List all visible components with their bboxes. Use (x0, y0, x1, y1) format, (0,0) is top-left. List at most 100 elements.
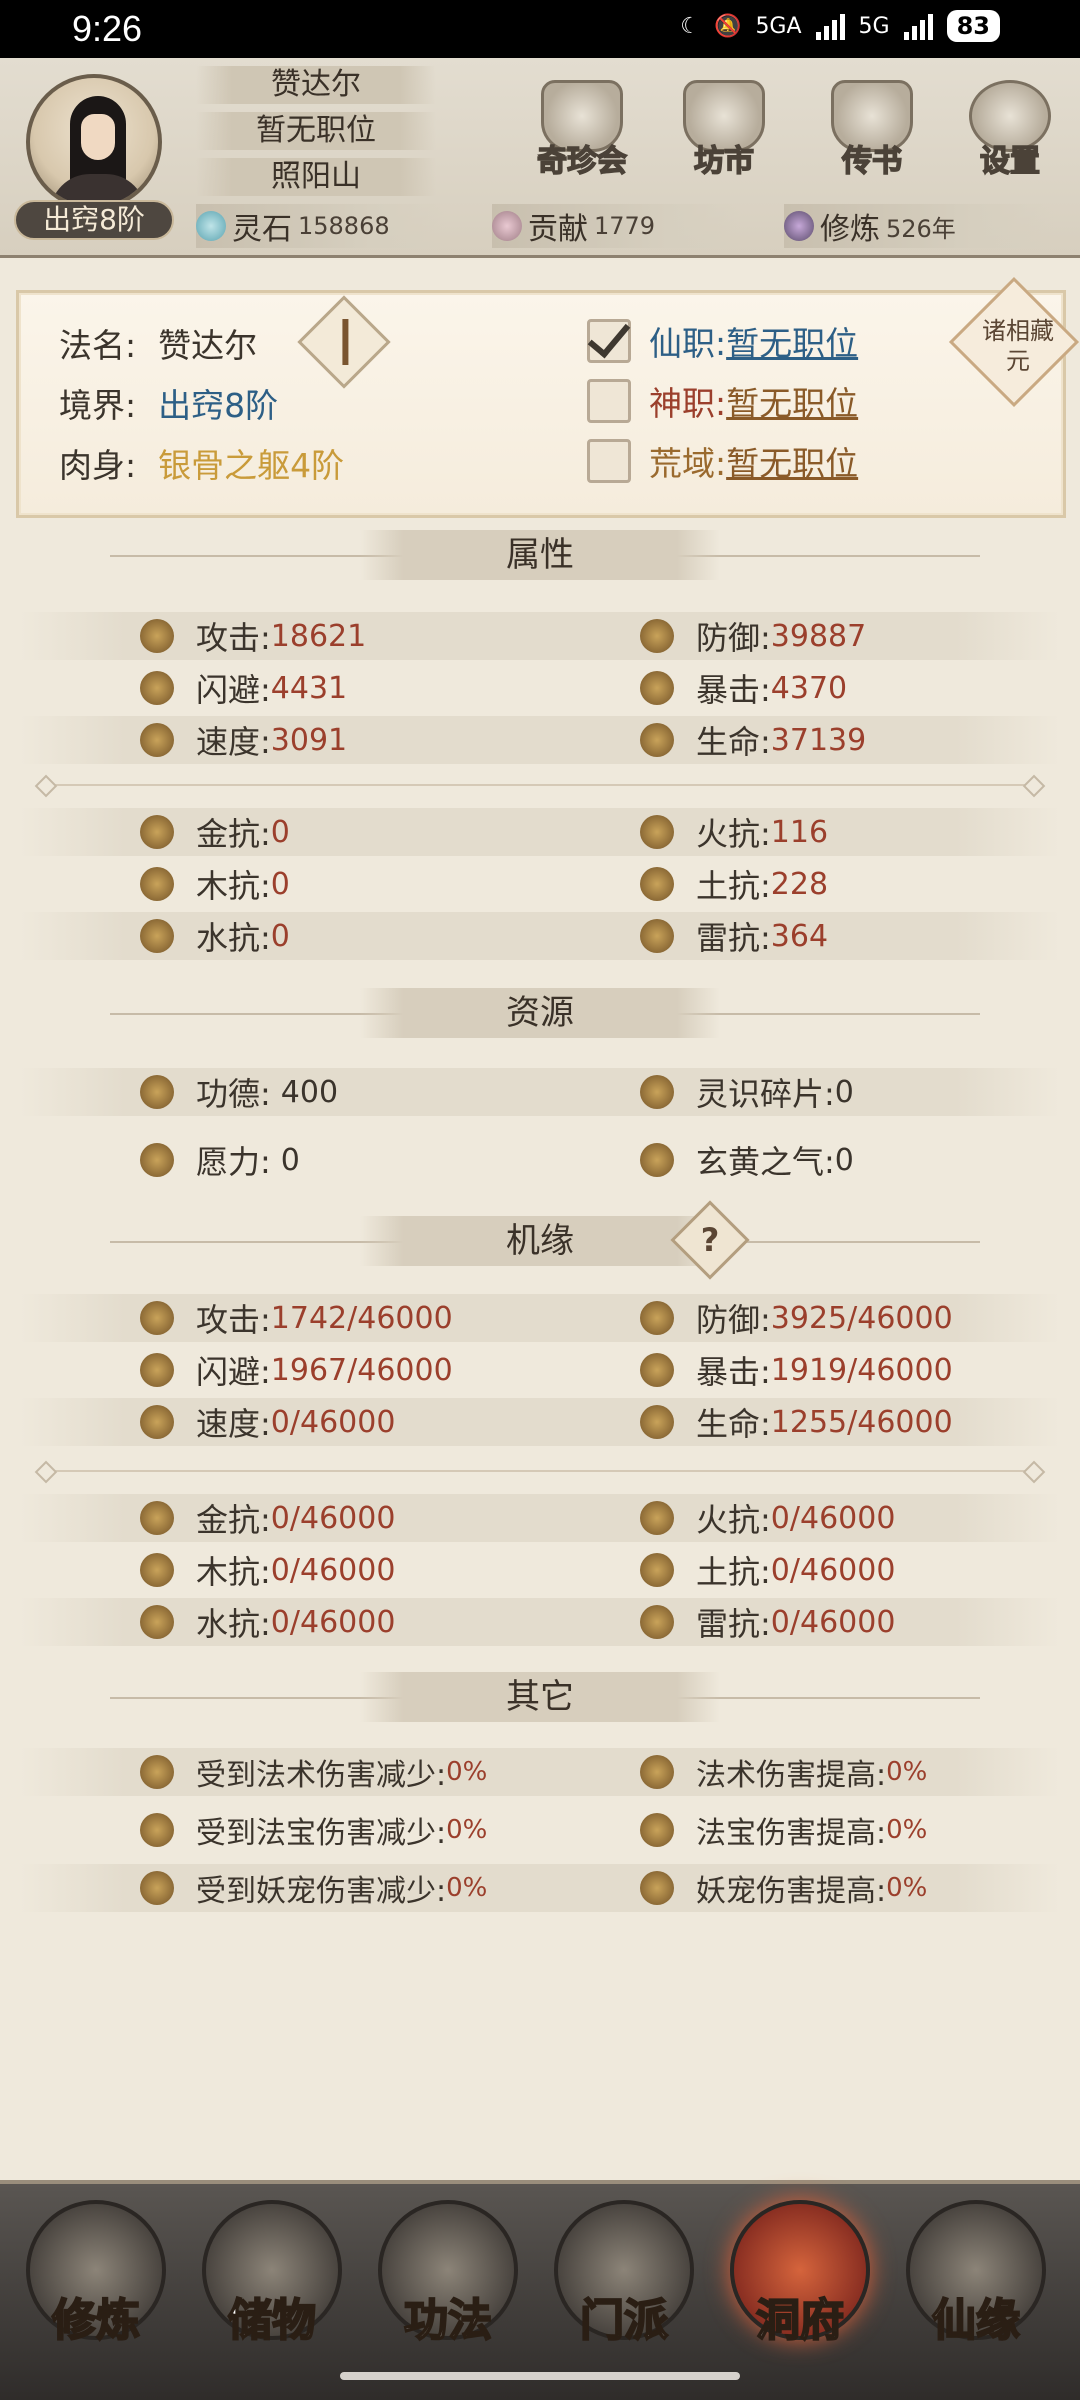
immortal-post-row[interactable]: 仙职: 暂无职位 (587, 317, 858, 365)
market-button[interactable]: 坊市 (672, 80, 776, 200)
stat-wood-resist: 木抗: 0 (140, 860, 290, 908)
hp-icon (640, 723, 674, 757)
pet-icon (640, 1871, 674, 1905)
zhuxiang-label: 诸相藏元 (982, 317, 1054, 375)
stat-thunder-resist: 雷抗: 364 (640, 912, 828, 960)
cultivation-icon (784, 211, 814, 241)
battery-indicator: 83 (946, 10, 1000, 42)
status-bar: 9:26 ☾ 🔕 5GA 5G 83 (0, 0, 1080, 58)
spell-icon (140, 1755, 174, 1789)
signal-icon (815, 12, 845, 40)
rename-brush-icon[interactable] (297, 295, 391, 389)
nav-sect[interactable]: 门派 (544, 2200, 704, 2380)
stat-soul-shard: 灵识碎片: 0 (640, 1068, 854, 1116)
network-label-1: 5GA (755, 13, 802, 39)
divider (40, 1470, 1040, 1472)
stat-crit: 暴击: 4370 (640, 664, 847, 712)
thunder-icon (640, 919, 674, 953)
nav-cave-abode[interactable]: 洞府 (720, 2200, 880, 2380)
stat-attack: 攻击: 18621 (140, 612, 366, 660)
realm-value: 出窍8阶 (158, 386, 279, 425)
fire-icon (640, 815, 674, 849)
other-artifact-dmg-taken: 受到法宝伤害减少: 0% (140, 1806, 487, 1854)
body-value: 银骨之躯4阶 (158, 446, 345, 485)
wild-domain-row[interactable]: 荒域: 暂无职位 (587, 437, 858, 485)
defense-icon (640, 619, 674, 653)
opp-attack: 攻击: 1742/46000 (140, 1294, 453, 1342)
stat-xuanhuang-qi: 玄黄之气: 0 (640, 1136, 854, 1184)
divine-post-checkbox[interactable] (587, 379, 631, 423)
divine-post-row[interactable]: 神职: 暂无职位 (587, 377, 858, 425)
other-pet-dmg-taken: 受到妖宠伤害减少: 0% (140, 1864, 487, 1912)
opp-dodge: 闪避: 1967/46000 (140, 1346, 453, 1394)
opp-speed: 速度: 0/46000 (140, 1398, 395, 1446)
other-artifact-dmg-up: 法宝伤害提高: 0% (640, 1806, 927, 1854)
water-icon (140, 919, 174, 953)
xuanhuang-icon (640, 1143, 674, 1177)
merit-icon (140, 1075, 174, 1109)
nav-techniques[interactable]: 功法 (368, 2200, 528, 2380)
immortal-post-link[interactable]: 暂无职位 (726, 317, 858, 365)
letter-button[interactable]: 传书 (820, 80, 924, 200)
opp-water-resist: 水抗: 0/46000 (140, 1598, 395, 1646)
resources-section-title: 资源 (0, 986, 1080, 1042)
spirit-stone-icon (196, 211, 226, 241)
contribution-resource: 贡献 1779 (492, 204, 742, 248)
wild-domain-link[interactable]: 暂无职位 (726, 437, 858, 485)
soul-shard-icon (640, 1075, 674, 1109)
stat-fire-resist: 火抗: 116 (640, 808, 828, 856)
artifact-icon (640, 1813, 674, 1847)
network-label-2: 5G (858, 13, 890, 39)
attack-icon (140, 619, 174, 653)
body-row: 肉身: 银骨之躯4阶 (59, 439, 344, 487)
fire-icon (640, 1501, 674, 1535)
dodge-icon (140, 671, 174, 705)
immortal-post-checkbox[interactable] (587, 319, 631, 363)
opp-metal-resist: 金抗: 0/46000 (140, 1494, 395, 1542)
character-position: 暂无职位 (196, 112, 436, 150)
signal-icon-2 (903, 12, 933, 40)
moon-icon: ☾ (680, 13, 701, 39)
dharma-name-value: 赞达尔 (158, 326, 258, 365)
opp-crit: 暴击: 1919/46000 (640, 1346, 953, 1394)
divine-post-link[interactable]: 暂无职位 (726, 377, 858, 425)
attack-icon (140, 1301, 174, 1335)
wish-power-icon (140, 1143, 174, 1177)
opp-wood-resist: 木抗: 0/46000 (140, 1546, 395, 1594)
speed-icon (140, 723, 174, 757)
character-location: 照阳山 (196, 158, 436, 196)
defense-icon (640, 1301, 674, 1335)
earth-icon (640, 867, 674, 901)
nav-cultivate[interactable]: 修炼 (16, 2200, 176, 2380)
stat-metal-resist: 金抗: 0 (140, 808, 290, 856)
mute-icon: 🔕 (714, 13, 742, 39)
nav-storage[interactable]: 储物 (192, 2200, 352, 2380)
settings-button[interactable]: 设置 (958, 80, 1062, 200)
clock: 9:26 (72, 8, 143, 49)
stat-speed: 速度: 3091 (140, 716, 347, 764)
spell-icon (640, 1755, 674, 1789)
hp-icon (640, 1405, 674, 1439)
thunder-icon (640, 1605, 674, 1639)
contribution-icon (492, 211, 522, 241)
realm-badge: 出窍8阶 (14, 200, 174, 240)
treasure-pavilion-button[interactable]: 奇珍会 (530, 80, 634, 200)
divider (40, 784, 1040, 786)
wild-domain-checkbox[interactable] (587, 439, 631, 483)
pet-icon (140, 1871, 174, 1905)
metal-icon (140, 815, 174, 849)
stat-hp: 生命: 37139 (640, 716, 866, 764)
opp-earth-resist: 土抗: 0/46000 (640, 1546, 895, 1594)
character-name: 赞达尔 (196, 66, 436, 104)
help-icon: ? (700, 1221, 720, 1259)
character-header: 出窍8阶 赞达尔 暂无职位 照阳山 灵石 158868 贡献 1779 修炼 526年… (0, 58, 1080, 258)
dodge-icon (140, 1353, 174, 1387)
realm-row: 境界: 出窍8阶 (59, 379, 278, 427)
artifact-icon (140, 1813, 174, 1847)
opp-defense: 防御: 3925/46000 (640, 1294, 953, 1342)
stat-merit: 功德: 400 (140, 1068, 338, 1116)
spirit-stone-resource: 灵石 158868 (196, 204, 446, 248)
crit-icon (640, 671, 674, 705)
nav-immortal-fate[interactable]: 仙缘 (896, 2200, 1056, 2380)
home-indicator[interactable] (340, 2372, 740, 2380)
